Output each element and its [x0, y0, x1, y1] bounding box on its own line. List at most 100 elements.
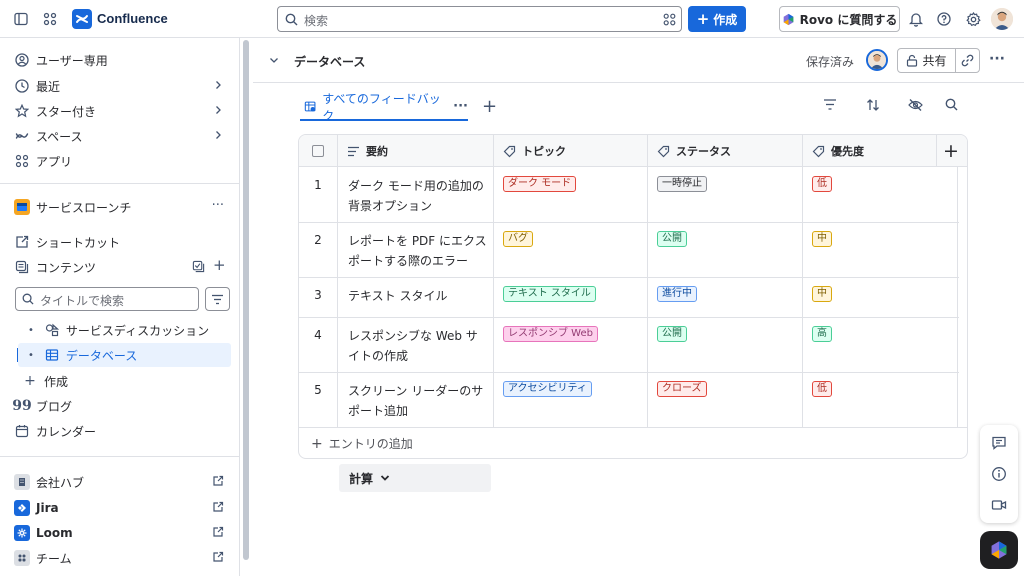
- sidebar-item-starred[interactable]: スター付き: [8, 99, 232, 123]
- sidebar-item-blog[interactable]: 99 ブログ: [8, 394, 232, 418]
- topic-lozenge[interactable]: テキスト スタイル: [503, 286, 596, 302]
- video-icon[interactable]: [991, 497, 1007, 513]
- column-header-topic[interactable]: トピック: [503, 135, 566, 167]
- sidebar-item-shortcuts[interactable]: ショートカット: [8, 230, 232, 254]
- tree-item-service-discussion[interactable]: • サービスディスカッション: [18, 318, 232, 342]
- create-button[interactable]: + 作成: [688, 6, 746, 32]
- sidebar-item-apps[interactable]: アプリ: [8, 149, 232, 173]
- filter-button[interactable]: [205, 287, 230, 311]
- sidebar-item-label: チーム: [36, 551, 72, 566]
- column-divider: [493, 135, 494, 428]
- search-placeholder: 検索: [304, 14, 329, 28]
- sidebar-app-company-hub[interactable]: 会社ハブ: [8, 470, 232, 494]
- jira-icon: [14, 500, 30, 516]
- sidebar-item-for-you[interactable]: ユーザー専用: [8, 48, 232, 72]
- sidebar-item-recent[interactable]: 最近: [8, 74, 232, 98]
- status-lozenge[interactable]: 一時停止: [657, 176, 707, 192]
- sidebar-app-loom[interactable]: Loom: [8, 521, 232, 545]
- status-lozenge[interactable]: 公開: [657, 231, 687, 247]
- search-icon[interactable]: [945, 98, 958, 111]
- add-content-icon[interactable]: +: [213, 256, 226, 274]
- select-all-checkbox[interactable]: [312, 145, 324, 157]
- topic-lozenge[interactable]: アクセシビリティ: [503, 381, 592, 397]
- app-switcher-icon[interactable]: [38, 7, 62, 31]
- sidebar-scrollbar[interactable]: [243, 40, 249, 560]
- add-view-icon[interactable]: +: [482, 96, 497, 117]
- sidebar-item-spaces[interactable]: スペース: [8, 124, 232, 148]
- summary-cell[interactable]: スクリーン リーダーのサポート追加: [348, 381, 488, 421]
- sidebar-divider: [0, 183, 240, 184]
- summary-cell[interactable]: レスポンシブな Web サイトの作成: [348, 326, 488, 366]
- priority-lozenge[interactable]: 中: [812, 231, 832, 247]
- comment-icon[interactable]: [991, 435, 1007, 451]
- user-avatar[interactable]: [991, 8, 1013, 30]
- column-header-status[interactable]: ステータス: [657, 135, 731, 167]
- column-header-priority[interactable]: 優先度: [812, 135, 864, 167]
- title-search-input[interactable]: タイトルで検索: [15, 287, 199, 311]
- status-lozenge[interactable]: 進行中: [657, 286, 697, 302]
- title-search-placeholder: タイトルで検索: [40, 294, 125, 308]
- priority-lozenge[interactable]: 低: [812, 381, 832, 397]
- sidebar-item-label: 会社ハブ: [36, 475, 85, 490]
- search-input[interactable]: 検索: [277, 6, 682, 32]
- status-lozenge[interactable]: 公開: [657, 326, 687, 342]
- link-icon: [961, 54, 974, 67]
- hide-fields-icon[interactable]: [908, 98, 923, 112]
- sort-icon[interactable]: [866, 98, 880, 112]
- chevron-down-icon: [380, 475, 390, 481]
- info-icon[interactable]: [991, 466, 1007, 482]
- column-divider: [957, 167, 958, 428]
- sidebar-app-teams[interactable]: チーム: [8, 546, 232, 570]
- sidebar-item-label: カレンダー: [36, 424, 97, 439]
- app-name[interactable]: Confluence: [97, 11, 168, 26]
- priority-lozenge[interactable]: 中: [812, 286, 832, 302]
- more-actions-icon[interactable]: ···: [989, 51, 1005, 67]
- calculate-button[interactable]: 計算: [339, 464, 491, 492]
- search-filter-icon[interactable]: [663, 13, 676, 26]
- shortcut-icon: [14, 234, 30, 250]
- add-column-icon[interactable]: +: [943, 140, 959, 162]
- summary-cell[interactable]: ダーク モード用の追加の背景オプション: [348, 176, 488, 216]
- collapse-chevron-icon[interactable]: [268, 54, 280, 66]
- view-more-icon[interactable]: ···: [453, 99, 468, 114]
- confluence-logo-icon[interactable]: [72, 9, 92, 29]
- topic-lozenge[interactable]: ダーク モード: [503, 176, 577, 192]
- settings-gear-icon[interactable]: [961, 7, 985, 31]
- add-entry-button[interactable]: + エントリの追加: [311, 435, 413, 452]
- column-divider: [802, 135, 803, 428]
- database-table: 要約 トピック ステータス 優先度 + 1 ダーク モード用の追加の背景オプショ…: [298, 134, 968, 459]
- priority-lozenge[interactable]: 高: [812, 326, 832, 342]
- priority-lozenge[interactable]: 低: [812, 176, 832, 192]
- summary-cell[interactable]: レポートを PDF にエクスポートする際のエラー: [348, 231, 488, 271]
- sidebar-app-jira[interactable]: Jira: [8, 496, 232, 520]
- column-divider: [337, 135, 338, 428]
- share-button-group: 共有: [897, 48, 980, 73]
- share-label: 共有: [922, 54, 947, 68]
- sidebar-item-label: ユーザー専用: [36, 53, 108, 68]
- notifications-bell-icon[interactable]: [904, 7, 928, 31]
- row-divider: [299, 222, 959, 223]
- view-tab-all-feedback[interactable]: すべてのフィードバック ···: [300, 92, 468, 123]
- help-icon[interactable]: [932, 7, 956, 31]
- bullet-icon: •: [28, 324, 34, 336]
- more-actions-icon[interactable]: ···: [212, 198, 224, 213]
- rovo-chat-button[interactable]: [980, 531, 1018, 569]
- column-header-summary[interactable]: 要約: [347, 135, 388, 167]
- status-lozenge[interactable]: クローズ: [657, 381, 707, 397]
- summary-cell[interactable]: テキスト スタイル: [348, 286, 488, 306]
- sidebar-toggle-icon[interactable]: [9, 7, 33, 31]
- space-header[interactable]: サービスローンチ ···: [8, 195, 232, 219]
- sidebar-item-contents[interactable]: コンテンツ +: [8, 255, 232, 279]
- topic-lozenge[interactable]: レスポンシブ Web: [503, 326, 598, 342]
- sidebar-item-create[interactable]: + 作成: [8, 369, 232, 393]
- tree-item-database[interactable]: • データベース: [18, 343, 231, 367]
- collaborator-avatar[interactable]: [866, 49, 888, 71]
- sidebar-item-calendar[interactable]: カレンダー: [8, 419, 232, 443]
- share-button[interactable]: 共有: [898, 49, 956, 72]
- topic-lozenge[interactable]: バグ: [503, 231, 533, 247]
- check-pages-icon[interactable]: [192, 260, 205, 273]
- ask-rovo-button[interactable]: Rovo に質問する: [779, 6, 900, 32]
- filter-icon[interactable]: [823, 98, 837, 111]
- copy-link-button[interactable]: [956, 49, 979, 72]
- column-header-label: 要約: [366, 145, 388, 158]
